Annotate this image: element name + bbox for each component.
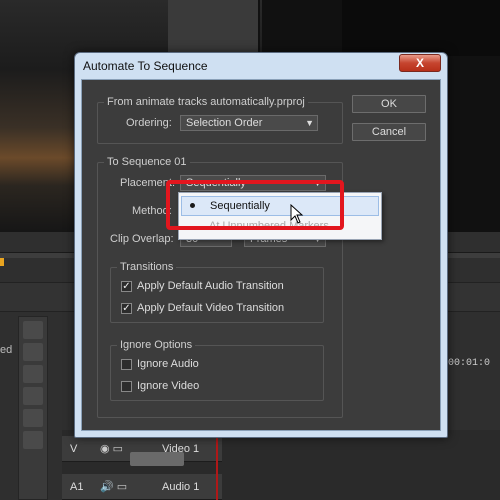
audio-transition-label: Apply Default Audio Transition [137,280,284,292]
clip-overlap-label: Clip Overlap: [110,233,174,245]
audio-transition-checkbox[interactable]: ✓ [121,280,132,292]
speaker-icon[interactable]: 🔊 ▭ [100,480,127,493]
ignore-audio-checkbox[interactable] [121,358,132,370]
audio-transition-option[interactable]: ✓ Apply Default Audio Transition [121,280,284,292]
dialog-title: Automate To Sequence [83,59,208,73]
track-label: A1 [70,481,84,493]
panel-text-fragment: ed [0,344,13,356]
close-button[interactable]: X [399,54,441,72]
pen-tool-icon[interactable] [23,431,43,449]
ignore-audio-label: Ignore Audio [137,358,199,370]
timeline-timecode: 00:01:0 [448,358,491,369]
track-label: V [70,443,78,455]
from-group: From animate tracks automatically.prproj… [97,96,343,144]
ignore-video-option[interactable]: Ignore Video [121,380,199,392]
ordering-label: Ordering: [126,117,172,129]
ignore-options-group: Ignore Options Ignore Audio Ignore Video [110,339,324,401]
track-name: Audio 1 [162,481,200,493]
razor-tool-icon[interactable] [23,387,43,405]
transitions-title: Transitions [117,261,177,273]
to-sequence-title: To Sequence 01 [104,156,190,168]
clip-ghost [130,452,184,466]
ignore-audio-option[interactable]: Ignore Audio [121,358,199,370]
audio-track-header[interactable]: A1 🔊 ▭ Audio 1 [62,474,222,500]
from-group-title: From animate tracks automatically.prproj [104,96,308,108]
slip-tool-icon[interactable] [23,409,43,427]
dialog-body: From animate tracks automatically.prproj… [81,79,441,431]
panel-header [168,0,260,56]
video-transition-option[interactable]: ✓ Apply Default Video Transition [121,302,284,314]
ignore-options-title: Ignore Options [117,339,196,351]
track-select-tool-icon[interactable] [23,343,43,361]
chevron-down-icon: ▼ [305,118,314,128]
transitions-group: Transitions ✓ Apply Default Audio Transi… [110,261,324,323]
tools-panel [18,316,48,500]
selection-tool-icon[interactable] [23,321,43,339]
ignore-video-label: Ignore Video [137,380,200,392]
ok-button[interactable]: OK [352,95,426,113]
annotation-highlight-box [166,180,344,230]
playhead-marker [0,258,4,266]
cancel-button[interactable]: Cancel [352,123,426,141]
video-transition-label: Apply Default Video Transition [137,302,285,314]
video-transition-checkbox[interactable]: ✓ [121,302,132,314]
dialog-titlebar[interactable]: Automate To Sequence X [75,53,447,79]
ignore-video-checkbox[interactable] [121,380,132,392]
automate-to-sequence-dialog: Automate To Sequence X From animate trac… [74,52,448,438]
ordering-value: Selection Order [186,117,263,129]
mouse-pointer-icon [290,204,304,224]
eye-icon[interactable]: ◉ ▭ [100,442,123,455]
ripple-edit-tool-icon[interactable] [23,365,43,383]
timeline-indicator [216,430,218,500]
ordering-select[interactable]: Selection Order ▼ [180,115,318,131]
